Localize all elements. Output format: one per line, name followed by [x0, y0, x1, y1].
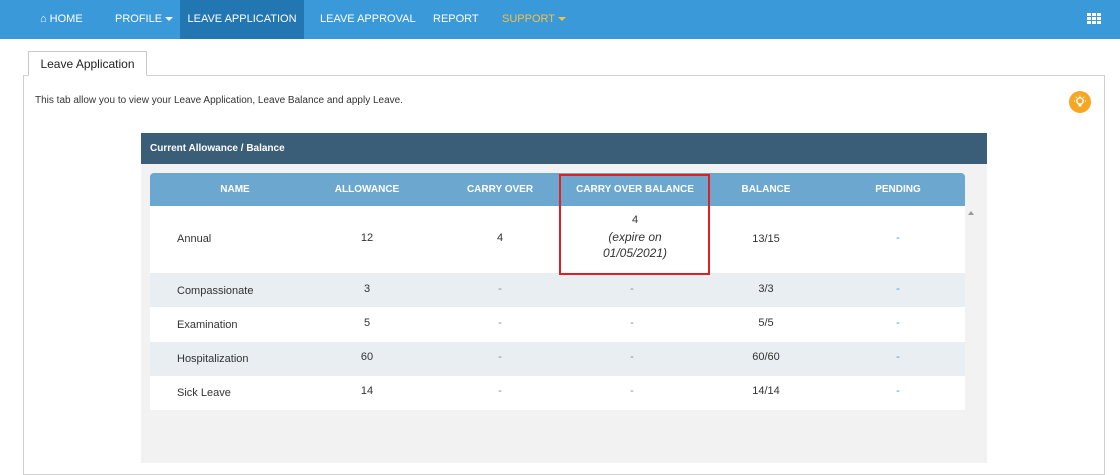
pending-value: - [896, 317, 900, 329]
top-navbar: ⌂ HOME PROFILE LEAVE APPLICATION LEAVE AP… [0, 0, 1120, 39]
column-header-name: NAME [220, 184, 250, 195]
balance-value: 14/14 [752, 385, 780, 397]
leave-type-name: Annual [177, 233, 212, 245]
nav-leave-application[interactable]: LEAVE APPLICATION [180, 0, 304, 39]
help-button[interactable] [1069, 91, 1091, 113]
caret-down-icon [165, 17, 174, 22]
balance-value: 13/15 [752, 233, 780, 245]
grid-icon[interactable] [1087, 13, 1101, 25]
column-header-carry-over-balance: CARRY OVER BALANCE [576, 184, 694, 195]
home-icon: ⌂ [40, 13, 47, 25]
lightbulb-icon [1074, 95, 1086, 107]
allowance-value: 60 [360, 351, 374, 363]
carry-over-value: - [498, 317, 502, 329]
leave-type-name: Hospitalization [177, 353, 249, 365]
table-row-annual: Annual 12 4 4 (expire on 01/05/2021) 13/… [150, 206, 965, 273]
balance-value: 3/3 [758, 283, 774, 295]
tab-leave-application[interactable]: Leave Application [28, 51, 147, 76]
carry-over-expiry-note: (expire on [608, 230, 662, 244]
nav-home[interactable]: ⌂ HOME [40, 0, 83, 39]
balance-value: 60/60 [752, 351, 780, 363]
carry-over-expiry-date: 01/05/2021) [602, 246, 668, 260]
allowance-value: 14 [360, 385, 374, 397]
carry-over-value: - [498, 385, 502, 397]
table-header: NAME ALLOWANCE CARRY OVER CARRY OVER BAL… [150, 173, 965, 206]
allowance-value: 12 [360, 232, 374, 244]
leave-type-name: Examination [177, 319, 238, 331]
carry-over-value: - [498, 351, 502, 363]
carry-over-balance-value: - [630, 351, 634, 363]
balance-value: 5/5 [758, 317, 774, 329]
carry-over-balance-value: - [630, 317, 634, 329]
nav-leave-application-label: LEAVE APPLICATION [187, 13, 297, 25]
carry-over-balance-value: - [630, 385, 634, 397]
table-row-examination: Examination 5 - - 5/5 - [150, 307, 965, 342]
allowance-value: 3 [363, 283, 371, 295]
tab-leave-application-label: Leave Application [40, 57, 135, 71]
table-row-compassionate: Compassionate 3 - - 3/3 - [150, 273, 965, 307]
carry-over-value: 4 [496, 232, 504, 244]
table-row-sick-leave: Sick Leave 14 - - 14/14 - [150, 376, 965, 410]
page-description: This tab allow you to view your Leave Ap… [35, 95, 404, 106]
caret-down-icon [557, 17, 566, 22]
carry-over-balance-value: 4 [631, 214, 639, 226]
pending-value: - [896, 283, 900, 295]
allowance-panel-title: Current Allowance / Balance [141, 133, 987, 164]
leave-type-name: Compassionate [177, 285, 254, 297]
column-header-allowance: ALLOWANCE [334, 184, 400, 195]
column-header-balance: BALANCE [741, 184, 791, 195]
table-row-hospitalization: Hospitalization 60 - - 60/60 - [150, 342, 965, 376]
nav-leave-approval[interactable]: LEAVE APPROVAL [320, 0, 416, 39]
nav-profile[interactable]: PROFILE [115, 0, 174, 39]
allowance-value: 5 [363, 317, 371, 329]
carry-over-balance-value: - [630, 283, 634, 295]
nav-report-label: REPORT [433, 13, 479, 25]
nav-report[interactable]: REPORT [433, 0, 479, 39]
carry-over-value: - [498, 283, 502, 295]
scroll-up-arrow-icon[interactable] [968, 211, 974, 215]
leave-type-name: Sick Leave [177, 387, 231, 399]
nav-home-label: HOME [49, 13, 83, 25]
pending-value: - [896, 385, 900, 397]
column-header-carry-over: CARRY OVER [466, 184, 534, 195]
nav-leave-approval-label: LEAVE APPROVAL [320, 13, 416, 25]
column-header-pending: PENDING [875, 184, 921, 195]
nav-support-label: SUPPORT [502, 13, 555, 25]
nav-support[interactable]: SUPPORT [502, 0, 566, 39]
pending-value: - [896, 232, 900, 244]
nav-profile-label: PROFILE [115, 13, 163, 25]
pending-value: - [896, 351, 900, 363]
